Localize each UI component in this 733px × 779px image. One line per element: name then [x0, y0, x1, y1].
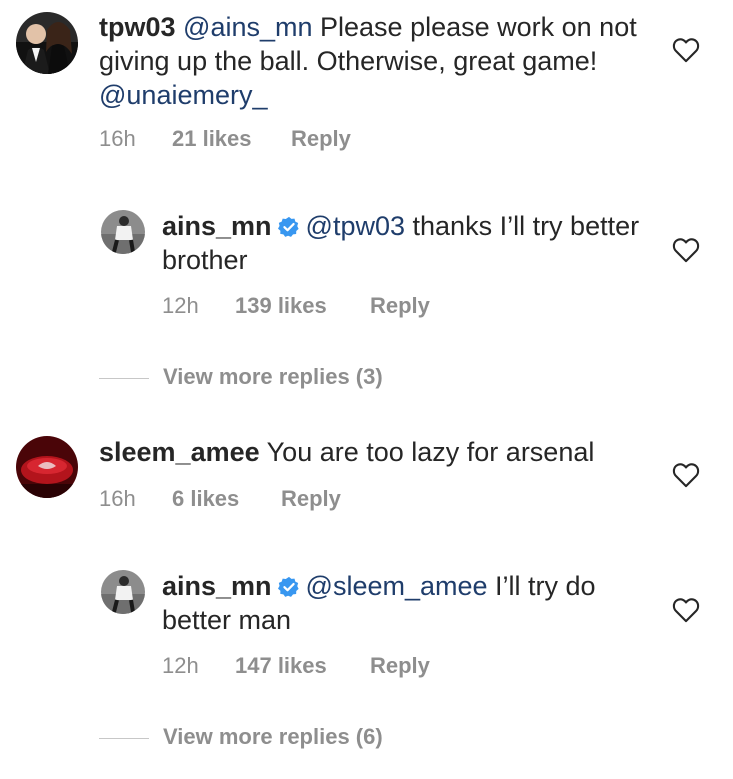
comment-sleem-amee: sleem_amee You are too lazy for arsenal … [0, 430, 733, 540]
comment-text: ains_mn @tpw03 thanks I’ll try better br… [162, 209, 642, 277]
divider [99, 738, 149, 739]
divider [99, 378, 149, 379]
view-more-label: View more replies (3) [163, 364, 383, 389]
heart-outline-icon[interactable] [672, 237, 700, 263]
reply-button[interactable]: Reply [291, 126, 351, 152]
comment-body: You are too lazy for arsenal [259, 437, 595, 467]
reply-button[interactable]: Reply [281, 486, 341, 512]
mention-link[interactable]: @unaiemery_ [99, 80, 268, 110]
view-more-replies-button[interactable]: View more replies (6) [99, 724, 519, 754]
verified-badge-icon [277, 576, 299, 597]
reply-button[interactable]: Reply [370, 293, 430, 319]
mention-link[interactable]: @ains_mn [183, 12, 312, 42]
heart-outline-icon[interactable] [672, 597, 700, 623]
heart-outline-icon[interactable] [672, 37, 700, 63]
likes-count[interactable]: 21 likes [172, 126, 252, 152]
comment-body: Please please work on not giving up the … [99, 12, 637, 76]
timestamp: 16h [99, 486, 136, 511]
username[interactable]: tpw03 [99, 12, 176, 42]
avatar[interactable] [16, 436, 78, 498]
view-more-label: View more replies (6) [163, 724, 383, 749]
mention-link[interactable]: @tpw03 [306, 211, 405, 241]
avatar[interactable] [16, 12, 78, 74]
comment-text: tpw03 @ains_mn Please please work on not… [99, 10, 659, 112]
reply-button[interactable]: Reply [370, 653, 430, 679]
comment-text: sleem_amee You are too lazy for arsenal [99, 435, 659, 469]
comment-meta: 16h 6 likes Reply [99, 486, 499, 514]
comment-meta: 12h 147 likes Reply [162, 653, 562, 681]
username[interactable]: ains_mn [162, 571, 272, 601]
timestamp: 16h [99, 126, 136, 151]
likes-count[interactable]: 6 likes [172, 486, 239, 512]
comment-meta: 16h 21 likes Reply [99, 126, 499, 154]
comment-tpw03: tpw03 @ains_mn Please please work on not… [0, 0, 733, 180]
timestamp: 12h [162, 293, 199, 318]
heart-outline-icon[interactable] [672, 462, 700, 488]
avatar[interactable] [101, 210, 145, 254]
view-more-replies-button[interactable]: View more replies (3) [99, 364, 519, 394]
username[interactable]: ains_mn [162, 211, 272, 241]
mention-link[interactable]: @sleem_amee [306, 571, 488, 601]
timestamp: 12h [162, 653, 199, 678]
comment-text: ains_mn @sleem_amee I’ll try do better m… [162, 569, 642, 637]
likes-count[interactable]: 147 likes [235, 653, 327, 679]
reply-ains-mn: ains_mn @sleem_amee I’ll try do better m… [0, 550, 733, 700]
avatar[interactable] [101, 570, 145, 614]
likes-count[interactable]: 139 likes [235, 293, 327, 319]
verified-badge-icon [277, 216, 299, 237]
comment-meta: 12h 139 likes Reply [162, 293, 562, 321]
reply-ains-mn: ains_mn @tpw03 thanks I’ll try better br… [0, 190, 733, 340]
username[interactable]: sleem_amee [99, 437, 260, 467]
